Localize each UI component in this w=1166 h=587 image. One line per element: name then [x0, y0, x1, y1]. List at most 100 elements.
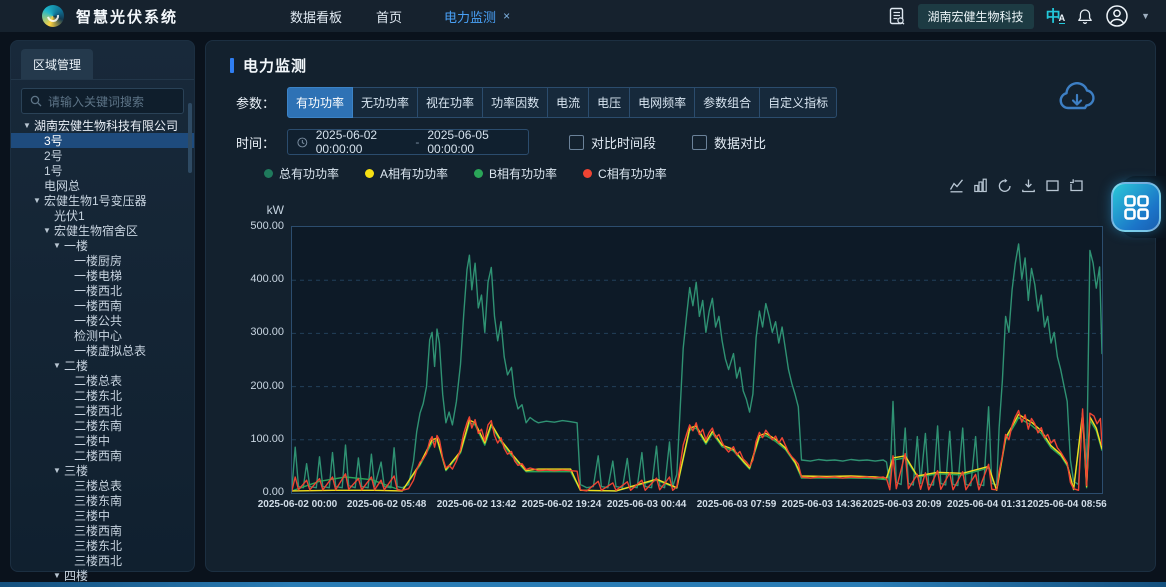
translate-icon[interactable]: 中A	[1046, 9, 1066, 24]
top-header: 智慧光伏系统 数据看板 首页 电力监测 × 湖南宏健生物科技 中A ▼	[0, 0, 1166, 32]
tree-item[interactable]: 三楼总表	[11, 478, 194, 493]
tree-item[interactable]: 三楼东南	[11, 493, 194, 508]
zoom-box-icon[interactable]	[1045, 178, 1060, 193]
tab-close-icon[interactable]: ×	[503, 9, 510, 23]
tree-item[interactable]: 二楼东南	[11, 418, 194, 433]
tree-item[interactable]: ▼四楼	[11, 568, 194, 583]
tree-item[interactable]: ▼湖南宏健生物科技有限公司	[11, 118, 194, 133]
time-end-value[interactable]: 2025-06-05 00:00:00	[427, 128, 519, 156]
nav-item-home[interactable]: 首页	[376, 7, 402, 26]
param-button[interactable]: 有功功率	[287, 87, 353, 118]
tree-item[interactable]: ▼一楼	[11, 238, 194, 253]
bar-chart-icon[interactable]	[973, 178, 988, 193]
y-tick-label: 0.00	[234, 486, 284, 498]
tree-item[interactable]: 一楼电梯	[11, 268, 194, 283]
param-button[interactable]: 参数组合	[694, 87, 760, 118]
tree-item[interactable]: 一楼西北	[11, 283, 194, 298]
search-input[interactable]: 请输入关键词搜索	[21, 88, 184, 114]
checkbox-data-compare[interactable]: 数据对比	[692, 133, 766, 152]
tab-region-management[interactable]: 区域管理	[21, 49, 93, 79]
legend-item[interactable]: C相有功功率	[583, 165, 667, 182]
caret-down-icon[interactable]: ▼	[1141, 11, 1150, 21]
tree-item[interactable]: 三楼西南	[11, 523, 194, 538]
tree-item[interactable]: 一楼厨房	[11, 253, 194, 268]
tree-item[interactable]: 三楼东北	[11, 538, 194, 553]
checkbox-compare-period-box[interactable]	[569, 135, 584, 150]
tree-expand-icon[interactable]: ▼	[53, 241, 64, 250]
page-title: 电力监测	[230, 55, 307, 76]
quick-nav-button[interactable]	[1111, 182, 1161, 232]
tree-expand-icon[interactable]: ▼	[53, 361, 64, 370]
tree-item[interactable]: ▼二楼	[11, 358, 194, 373]
param-button[interactable]: 电压	[588, 87, 630, 118]
x-tick-label: 2025-06-04 08:56	[1027, 499, 1107, 510]
legend-item[interactable]: 总有功功率	[264, 165, 339, 182]
sidebar-tabbar: 区域管理	[11, 41, 194, 80]
x-tick-label: 2025-06-02 19:24	[522, 499, 602, 510]
param-button[interactable]: 自定义指标	[759, 87, 837, 118]
y-axis-unit: kW	[236, 203, 284, 217]
tree-item[interactable]: 三楼中	[11, 508, 194, 523]
tree-expand-icon[interactable]: ▼	[53, 466, 64, 475]
tree-expand-icon[interactable]: ▼	[43, 226, 54, 235]
series-phase-c	[292, 409, 1102, 491]
power-line-chart[interactable]	[291, 226, 1103, 494]
tree-expand-icon[interactable]: ▼	[23, 121, 34, 130]
param-button[interactable]: 无功功率	[352, 87, 418, 118]
chart-legend: 总有功功率 A相有功功率 B相有功功率 C相有功功率	[264, 165, 667, 182]
company-badge[interactable]: 湖南宏健生物科技	[918, 4, 1034, 29]
time-label: 时间：	[236, 133, 275, 152]
tree-expand-icon[interactable]: ▼	[33, 196, 44, 205]
tree-item[interactable]: 一楼虚拟总表	[11, 343, 194, 358]
avatar-icon[interactable]	[1105, 4, 1129, 28]
header-right: 湖南宏健生物科技 中A ▼	[888, 4, 1166, 29]
params-row: 参数： 有功功率无功功率视在功率功率因数电流电压电网频率参数组合自定义指标	[236, 87, 837, 118]
date-range-input[interactable]: 2025-06-02 00:00:00 - 2025-06-05 00:00:0…	[287, 129, 529, 155]
tree-item[interactable]: 二楼西南	[11, 448, 194, 463]
document-icon[interactable]	[888, 7, 906, 26]
x-tick-label: 2025-06-02 00:00	[258, 499, 338, 510]
tree-expand-icon[interactable]: ▼	[53, 571, 64, 580]
restore-icon[interactable]	[997, 178, 1012, 193]
nav-item-dashboard[interactable]: 数据看板	[290, 7, 342, 26]
checkbox-compare-period[interactable]: 对比时间段	[569, 133, 656, 152]
tree-item[interactable]: ▼宏健生物1号变压器	[11, 193, 194, 208]
legend-dot-icon	[583, 169, 592, 178]
param-button[interactable]: 电网频率	[629, 87, 695, 118]
tree-item[interactable]: 二楼东北	[11, 388, 194, 403]
params-label: 参数：	[236, 93, 275, 112]
tree-item[interactable]: 二楼西北	[11, 403, 194, 418]
tree-item[interactable]: 2号	[11, 148, 194, 163]
download-icon[interactable]	[1021, 178, 1036, 193]
tree-item[interactable]: 一楼西南	[11, 298, 194, 313]
tree-item[interactable]: 电网总	[11, 178, 194, 193]
y-tick-label: 300.00	[234, 326, 284, 338]
checkbox-data-compare-box[interactable]	[692, 135, 707, 150]
tree-item[interactable]: 光伏1	[11, 208, 194, 223]
tree-item[interactable]: 一楼公共	[11, 313, 194, 328]
zoom-reset-icon[interactable]	[1069, 178, 1084, 193]
param-button[interactable]: 功率因数	[482, 87, 548, 118]
clock-icon	[297, 136, 308, 149]
time-start-value[interactable]: 2025-06-02 00:00:00	[316, 128, 408, 156]
cloud-download-icon[interactable]	[1057, 81, 1097, 120]
tree-item[interactable]: 1号	[11, 163, 194, 178]
tree-item[interactable]: 二楼总表	[11, 373, 194, 388]
tree-item[interactable]: 二楼中	[11, 433, 194, 448]
bell-icon[interactable]	[1077, 8, 1093, 25]
param-button[interactable]: 电流	[547, 87, 589, 118]
param-button-group: 有功功率无功功率视在功率功率因数电流电压电网频率参数组合自定义指标	[287, 87, 837, 118]
tree-item[interactable]: 检测中心	[11, 328, 194, 343]
tree-item[interactable]: 3号	[11, 133, 194, 148]
time-separator: -	[415, 135, 419, 149]
legend-item[interactable]: B相有功功率	[474, 165, 557, 182]
tree-item[interactable]: ▼宏健生物宿舍区	[11, 223, 194, 238]
param-button[interactable]: 视在功率	[417, 87, 483, 118]
tree-item[interactable]: 三楼西北	[11, 553, 194, 568]
legend-label: 总有功功率	[279, 165, 339, 182]
sidebar-scrollbar[interactable]	[188, 103, 192, 173]
tab-power-monitoring[interactable]: 电力监测 ×	[444, 7, 510, 26]
legend-item[interactable]: A相有功功率	[365, 165, 448, 182]
line-chart-icon[interactable]	[949, 178, 964, 193]
tree-item[interactable]: ▼三楼	[11, 463, 194, 478]
